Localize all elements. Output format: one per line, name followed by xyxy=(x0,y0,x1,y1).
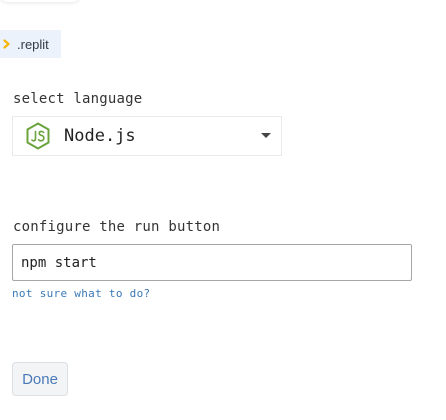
selected-language: Node.js xyxy=(64,126,136,146)
configure-run-label: configure the run button xyxy=(13,219,221,235)
run-command-input[interactable] xyxy=(12,244,412,281)
help-link[interactable]: not sure what to do? xyxy=(12,287,150,300)
done-button[interactable]: Done xyxy=(12,362,68,396)
select-language-label: select language xyxy=(13,91,143,107)
replit-file-tag[interactable]: .replit xyxy=(0,30,61,58)
language-select[interactable]: Node.js xyxy=(12,116,282,156)
chevron-right-icon xyxy=(3,39,10,49)
top-card-edge xyxy=(0,0,80,2)
replit-file-label: .replit xyxy=(17,36,49,52)
chevron-down-icon xyxy=(261,133,271,138)
nodejs-icon xyxy=(26,122,50,150)
replit-config-panel: .replit select language Node.js configur… xyxy=(0,0,446,420)
